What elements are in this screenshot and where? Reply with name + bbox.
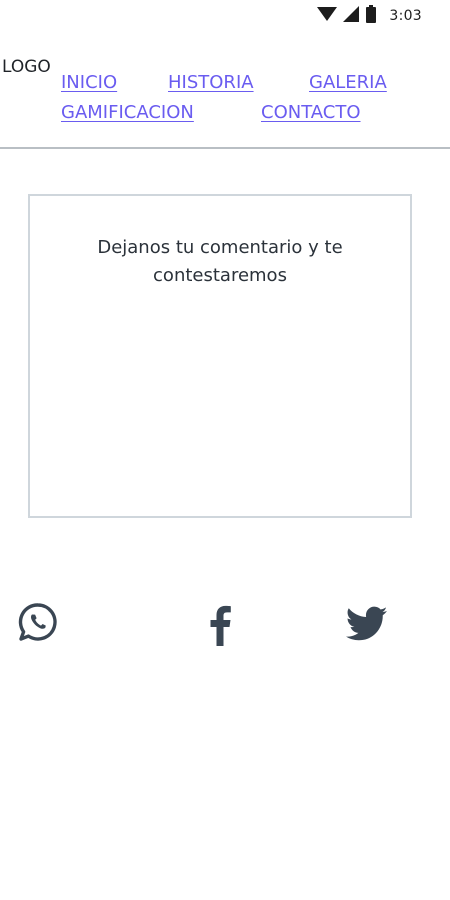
nav-link-inicio[interactable]: INICIO xyxy=(61,72,117,93)
logo: LOGO xyxy=(2,57,51,77)
nav-link-gamificacion[interactable]: GAMIFICACION xyxy=(61,102,194,123)
whatsapp-icon[interactable] xyxy=(17,601,59,643)
status-bar: 3:03 xyxy=(0,0,450,32)
nav-link-historia[interactable]: HISTORIA xyxy=(168,72,254,93)
twitter-icon[interactable] xyxy=(345,604,389,644)
header-divider xyxy=(0,147,450,149)
status-icons: 3:03 xyxy=(317,5,422,27)
wifi-icon xyxy=(317,6,338,26)
signal-icon xyxy=(343,6,360,26)
nav-link-contacto[interactable]: CONTACTO xyxy=(261,102,361,123)
facebook-icon[interactable] xyxy=(200,603,240,647)
contact-screen: 3:03 LOGO INICIO HISTORIA GALERIA GAMIFI… xyxy=(0,0,450,900)
battery-icon xyxy=(365,5,377,27)
comment-prompt: Dejanos tu comentario y te contestaremos xyxy=(97,237,343,286)
comment-box[interactable]: Dejanos tu comentario y te contestaremos xyxy=(28,194,412,518)
nav-link-galeria[interactable]: GALERIA xyxy=(309,72,387,93)
status-time: 3:03 xyxy=(389,8,422,24)
